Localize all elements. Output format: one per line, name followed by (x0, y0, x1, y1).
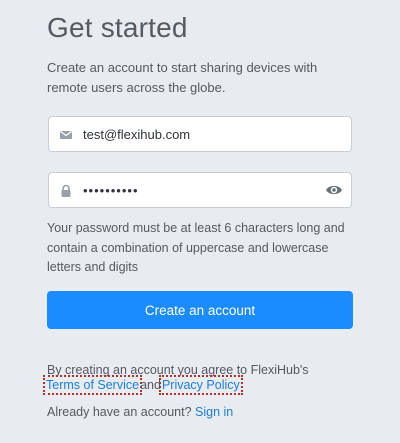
password-field[interactable] (48, 172, 352, 208)
signin-prompt: Already have an account? (47, 405, 192, 419)
terms-link-outline: Terms of Service (42, 375, 143, 395)
envelope-icon (60, 131, 72, 139)
terms-link[interactable]: Terms of Service (46, 378, 139, 392)
privacy-link[interactable]: Privacy Policy (162, 378, 240, 392)
eye-icon[interactable] (325, 183, 343, 197)
signup-page: Get started Create an account to start s… (0, 0, 400, 443)
signin-row: Already have an account? Sign in (47, 405, 233, 419)
lock-icon (61, 184, 71, 197)
email-input[interactable] (83, 117, 313, 151)
email-field[interactable] (48, 116, 352, 152)
agreement-links: Terms of ServiceandPrivacy Policy (42, 375, 243, 395)
create-account-button[interactable]: Create an account (47, 291, 353, 329)
privacy-link-outline: Privacy Policy (158, 375, 243, 395)
agreement-conjunction: and (140, 378, 161, 392)
password-input[interactable] (83, 173, 313, 207)
sign-in-link[interactable]: Sign in (195, 405, 233, 419)
page-title: Get started (47, 12, 188, 43)
password-hint: Your password must be at least 6 charact… (47, 221, 345, 274)
page-subtitle: Create an account to start sharing devic… (47, 60, 318, 95)
